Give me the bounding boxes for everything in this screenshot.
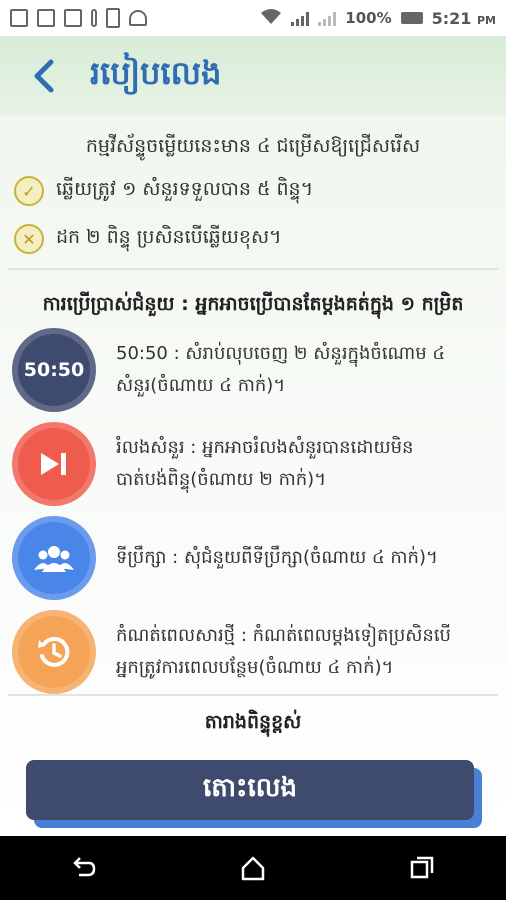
signal-icon — [291, 10, 310, 26]
nav-back-button[interactable] — [64, 848, 104, 888]
usb-icon — [91, 9, 97, 27]
help-heading: ការប្រើប្រាស់ជំនួយ : អ្នកអាចប្រើបានតែម្ត… — [42, 293, 464, 315]
help-item-line: បាត់បង់ពិន្ទុ(ចំណាយ ២ កាក់)។ — [116, 469, 327, 490]
skip-icon — [12, 422, 96, 506]
help-item-line: សំនួរ(ចំណាយ ៤ កាក់)។ — [116, 375, 286, 396]
help-item-skip-text: រំលងសំនួរ : អ្នកអាចរំលងសំនួរបានដោយមិន បា… — [116, 432, 413, 496]
wifi-icon — [260, 8, 282, 28]
help-item-line: 50:50 : សំរាប់លុបចេញ ២ សំនួរក្នុងចំណោម ៤ — [116, 343, 446, 364]
highscore-link[interactable]: តារាងពិន្ទុខ្ពស់ — [0, 710, 506, 738]
rule-correct-text: ឆ្លើយត្រូវ ១ សំនួរទទួលបាន ៥ ពិន្ទុ។ — [56, 178, 314, 200]
back-arrow-icon — [34, 59, 54, 93]
help-item-timer-text: កំណត់ពេលសារថ្មី : កំណត់ពេលម្តងទៀតប្រសិនប… — [116, 620, 451, 684]
help-item-skip: រំលងសំនួរ : អ្នកអាចរំលងសំនួរបានដោយមិន បា… — [12, 422, 496, 506]
monitor-icon — [37, 9, 55, 27]
divider — [8, 694, 498, 696]
app-icon — [10, 9, 28, 27]
status-right-icons: 100% 5:21 PM — [260, 8, 496, 28]
nav-back-icon — [73, 857, 96, 877]
people-icon — [12, 516, 96, 600]
help-item-line: រំលងសំនួរ : អ្នកអាចរំលងសំនួរបានដោយមិន — [116, 437, 414, 458]
fifty-fifty-icon: 50:50 — [12, 328, 96, 412]
nav-home-button[interactable] — [233, 848, 273, 888]
home-icon — [241, 856, 265, 881]
help-item-fifty-fifty: 50:50 50:50 : សំរាប់លុបចេញ ២ សំនួរក្នុងច… — [12, 328, 496, 412]
help-item-advisor: ទីប្រឹក្សា : សុំជំនួយពីទីប្រឹក្សា(ចំណាយ … — [12, 516, 496, 600]
clock: 5:21 PM — [432, 9, 496, 28]
rule-wrong: ✕ ដក ២ ពិន្ទុ ប្រសិនបើឆ្លើយខុស។ — [14, 224, 282, 254]
nav-recents-button[interactable] — [402, 848, 442, 888]
rules-heading: កម្មវីស័ន្ទូចម្លើយនេះមាន ៤ ជម្រើសឱ្យជ្រើ… — [85, 135, 421, 157]
divider — [8, 268, 498, 270]
back-button[interactable] — [14, 46, 74, 106]
sd-card-icon — [106, 8, 120, 28]
help-item-timer: កំណត់ពេលសារថ្មី : កំណត់ពេលម្តងទៀតប្រសិនប… — [12, 610, 496, 694]
play-button[interactable]: តោះលេង — [26, 760, 474, 820]
help-item-line: កំណត់ពេលសារថ្មី : កំណត់ពេលម្តងទៀតប្រសិនប… — [116, 625, 451, 646]
navigation-bar — [0, 836, 506, 900]
battery-icon — [400, 12, 423, 24]
play-button-wrap: តោះលេង — [26, 760, 482, 828]
help-item-advisor-text: ទីប្រឹក្សា : សុំជំនួយពីទីប្រឹក្សា(ចំណាយ … — [116, 542, 438, 574]
status-left-icons — [10, 8, 147, 28]
help-item-line: ទីប្រឹក្សា : សុំជំនួយពីទីប្រឹក្សា(ចំណាយ … — [116, 547, 438, 568]
cross-icon: ✕ — [14, 224, 44, 254]
recents-icon — [410, 856, 433, 879]
android-icon — [129, 10, 147, 26]
status-bar: 100% 5:21 PM — [0, 0, 506, 36]
rule-correct: ✓ ឆ្លើយត្រូវ ១ សំនួរទទួលបាន ៥ ពិន្ទុ។ — [14, 176, 313, 206]
page-title: របៀបលេង — [90, 53, 222, 92]
rule-wrong-text: ដក ២ ពិន្ទុ ប្រសិនបើឆ្លើយខុស។ — [56, 226, 282, 248]
signal-2-icon — [318, 10, 337, 26]
how-to-play-content: កម្មវីស័ន្ទូចម្លើយនេះមាន ៤ ជម្រើសឱ្យជ្រើ… — [0, 116, 506, 836]
help-item-line: អ្នកត្រូវការពេលបន្ថែម(ចំណាយ ៤ កាក់)។ — [116, 657, 394, 678]
battery-percent: 100% — [345, 9, 392, 27]
help-item-fifty-fifty-text: 50:50 : សំរាប់លុបចេញ ២ សំនួរក្នុងចំណោម ៤… — [116, 338, 445, 402]
check-icon: ✓ — [14, 176, 44, 206]
clock-ampm: PM — [476, 13, 496, 27]
clock-time: 5:21 — [431, 8, 472, 28]
pulse-icon — [64, 9, 82, 27]
app-header: របៀបលេង — [0, 36, 506, 116]
timer-reset-icon — [12, 610, 96, 694]
